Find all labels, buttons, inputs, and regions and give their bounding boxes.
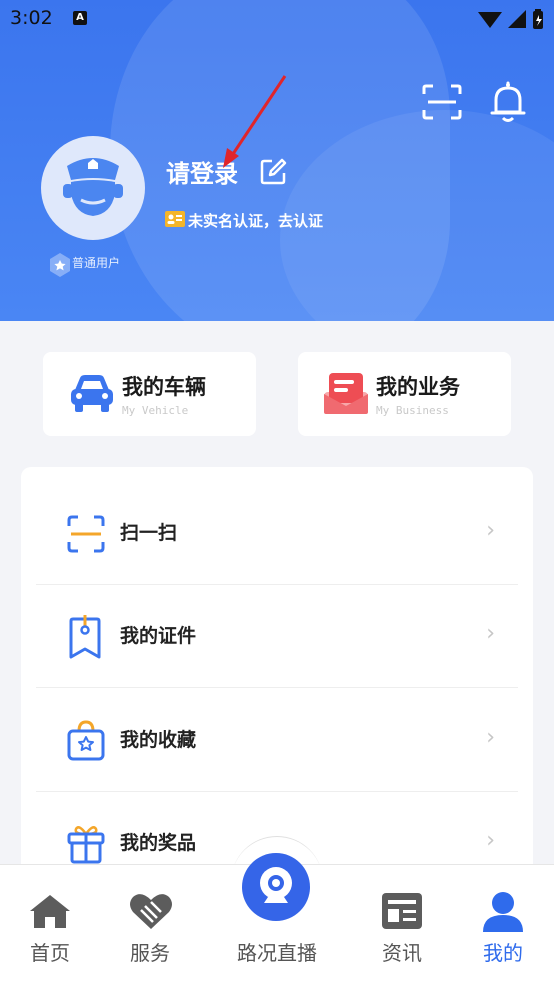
avatar[interactable]	[41, 136, 145, 240]
menu-item-scan[interactable]: 扫一扫 ›	[21, 482, 533, 585]
police-avatar-icon	[63, 158, 123, 216]
notification-bell-icon[interactable]	[488, 80, 528, 124]
my-business-subtitle: My Business	[376, 404, 449, 417]
notification-a-icon: A	[73, 11, 87, 25]
status-bar: 3:02 A	[0, 0, 554, 38]
tab-home[interactable]: 首页	[0, 865, 100, 985]
user-level-icon	[50, 253, 70, 277]
system-icons	[478, 9, 543, 29]
menu-item-label: 我的奖品	[120, 832, 197, 854]
tab-label: 资讯	[382, 941, 422, 965]
user-type-label: 普通用户	[72, 256, 121, 270]
tab-live-traffic[interactable]: 路况直播	[227, 853, 327, 985]
tab-label: 我的	[483, 941, 523, 965]
my-business-title: 我的业务	[376, 375, 460, 399]
bottom-tab-bar: 首页 服务 路况直播 资讯 我的	[0, 853, 554, 985]
news-icon	[382, 893, 422, 929]
tab-label: 服务	[130, 941, 170, 965]
function-menu: 扫一扫 › 我的证件 › 我的收藏 › 我的奖品 ›	[21, 467, 533, 897]
header-scan-icon[interactable]	[422, 84, 462, 120]
tab-mine[interactable]: 我的	[453, 865, 553, 985]
menu-item-label: 扫一扫	[120, 522, 178, 544]
business-icon	[324, 373, 368, 414]
service-icon	[130, 894, 172, 929]
menu-item-label: 我的收藏	[120, 729, 197, 751]
my-vehicle-card[interactable]: 我的车辆 My Vehicle	[43, 352, 256, 436]
live-camera-icon	[242, 853, 310, 921]
profile-icon	[483, 892, 523, 932]
tab-news[interactable]: 资讯	[352, 865, 452, 985]
chevron-right-icon: ›	[486, 518, 495, 543]
status-time: 3:02	[10, 7, 53, 29]
certificate-icon	[69, 615, 101, 659]
my-business-card[interactable]: 我的业务 My Business	[298, 352, 511, 436]
gift-icon	[67, 826, 105, 864]
scan-icon	[67, 515, 105, 553]
verify-identity-link[interactable]: 未实名认证，去认证	[188, 210, 323, 231]
tab-service[interactable]: 服务	[100, 865, 200, 985]
favorite-bag-icon	[67, 720, 105, 761]
tab-label: 路况直播	[237, 941, 317, 965]
chevron-right-icon: ›	[486, 725, 495, 750]
menu-item-favorites[interactable]: 我的收藏 ›	[21, 689, 533, 792]
tab-label: 首页	[30, 941, 70, 965]
chevron-right-icon: ›	[486, 621, 495, 646]
annotation-arrow	[223, 75, 287, 168]
menu-item-label: 我的证件	[120, 625, 197, 647]
divider	[36, 687, 518, 688]
home-icon	[30, 895, 70, 928]
my-vehicle-title: 我的车辆	[122, 375, 206, 399]
id-card-icon	[165, 211, 185, 227]
chevron-right-icon: ›	[486, 828, 495, 853]
menu-item-certificates[interactable]: 我的证件 ›	[21, 585, 533, 688]
car-icon	[71, 375, 113, 412]
my-vehicle-subtitle: My Vehicle	[122, 404, 189, 417]
